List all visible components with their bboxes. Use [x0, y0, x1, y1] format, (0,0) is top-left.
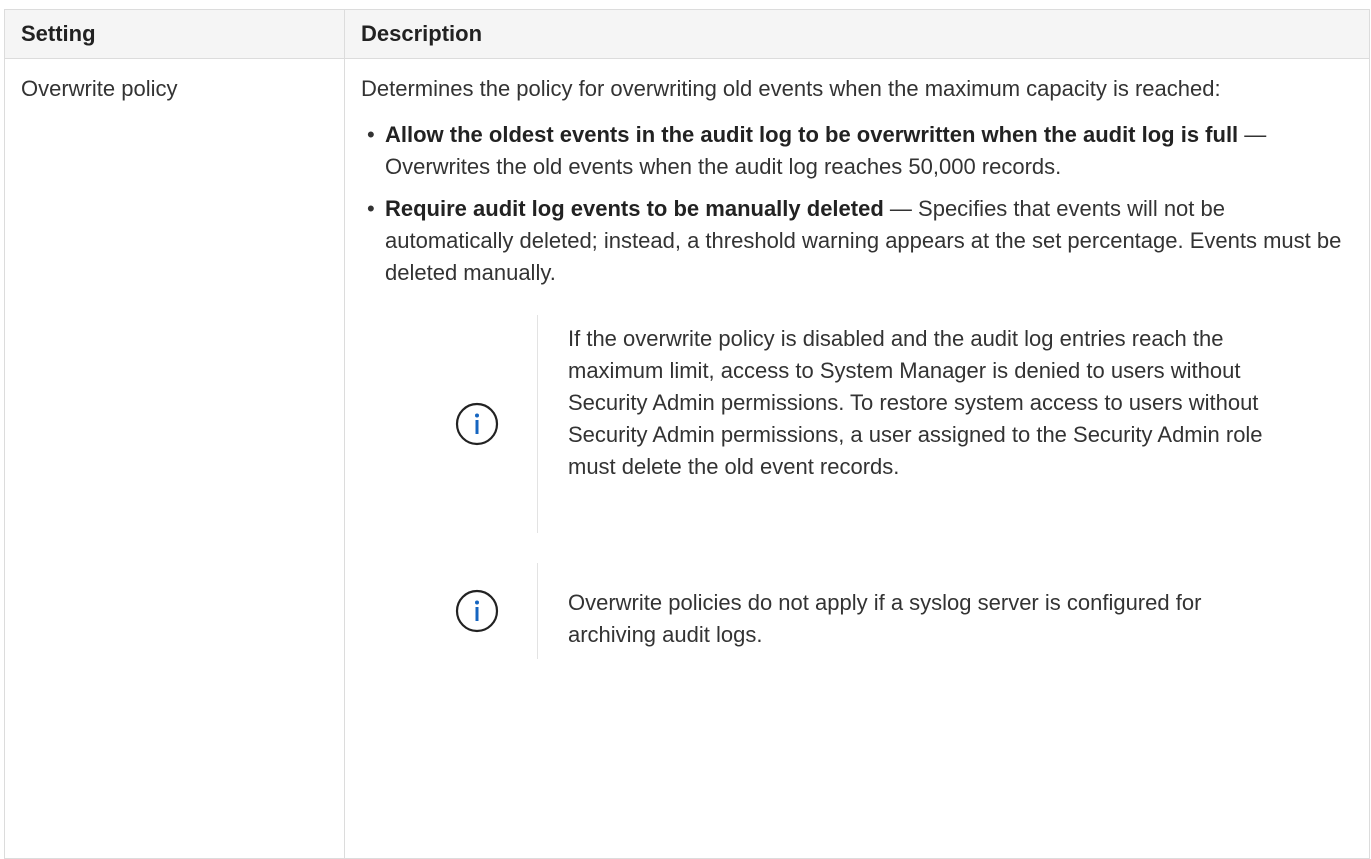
column-header-setting: Setting [4, 9, 345, 59]
table-header-row: Setting Description [4, 9, 1370, 59]
info-note: If the overwrite policy is disabled and … [417, 315, 1353, 533]
option-title: Allow the oldest events in the audit log… [385, 122, 1239, 147]
note-text: Overwrite policies do not apply if a sys… [537, 563, 1297, 659]
option-list: • Allow the oldest events in the audit l… [361, 119, 1353, 289]
page: Setting Description Overwrite policy Det… [0, 0, 1371, 859]
note-text: If the overwrite policy is disabled and … [537, 315, 1297, 533]
option-title: Require audit log events to be manually … [385, 196, 884, 221]
description-intro: Determines the policy for overwriting ol… [361, 76, 1221, 101]
info-icon [417, 588, 537, 634]
list-item: • Require audit log events to be manuall… [361, 193, 1353, 289]
setting-cell: Overwrite policy [4, 58, 345, 859]
option-description: Overwrites the old events when the audit… [385, 154, 1062, 179]
bullet-glyph: • [367, 196, 375, 221]
info-note: Overwrite policies do not apply if a sys… [417, 563, 1353, 659]
info-icon [417, 401, 537, 447]
list-item: • Allow the oldest events in the audit l… [361, 119, 1353, 183]
table-row: Overwrite policy Determines the policy f… [4, 58, 1370, 859]
settings-table: Setting Description Overwrite policy Det… [4, 9, 1370, 859]
column-header-description: Description [344, 9, 1370, 59]
description-cell: Determines the policy for overwriting ol… [344, 58, 1370, 859]
em-dash: — [889, 196, 919, 221]
em-dash: — [1244, 122, 1267, 147]
bullet-glyph: • [367, 122, 375, 147]
